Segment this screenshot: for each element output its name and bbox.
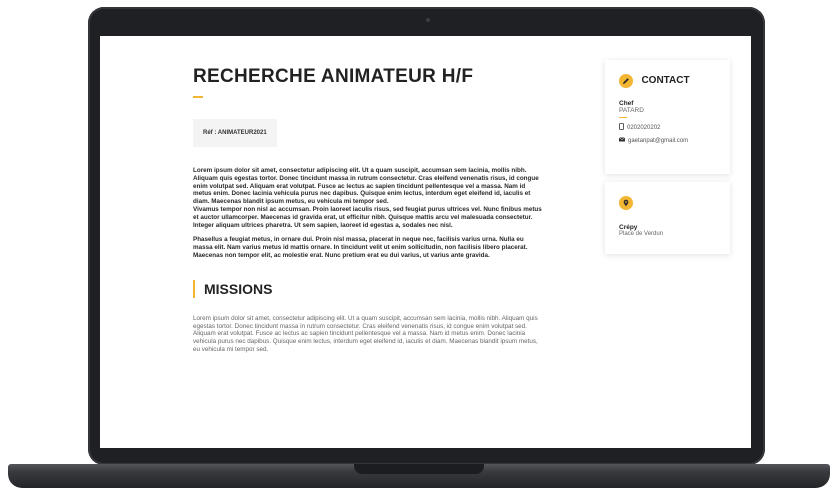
contact-phone[interactable]: 0202020202	[627, 125, 660, 131]
paragraph-text: Lorem ipsum dolor sit amet, consectetur …	[193, 167, 539, 206]
contact-email[interactable]: gaetanpat@gmail.com	[628, 138, 688, 144]
contact-divider	[619, 117, 627, 118]
laptop-notch	[354, 464, 484, 474]
description-paragraph: Phasellus a feugiat metus, in ornare dui…	[193, 236, 528, 259]
contact-card: CONTACT Chef PATARD 0202020202 gaetanpat…	[605, 60, 730, 174]
reference-badge: Réf : ANIMATEUR2021	[193, 119, 277, 147]
missions-text: Lorem ipsum dolor sit amet, consectetur …	[193, 314, 538, 353]
location-city: Crépy	[619, 224, 638, 231]
page-title: RECHERCHE ANIMATEUR H/F	[193, 66, 474, 87]
pencil-icon	[619, 73, 633, 88]
contact-title: CONTACT	[641, 75, 690, 87]
laptop-screen: RECHERCHE ANIMATEUR H/F Réf : ANIMATEUR2…	[100, 36, 751, 448]
map-pin-icon	[619, 195, 633, 210]
contact-role: Chef	[619, 100, 634, 107]
missions-heading: MISSIONS	[193, 279, 545, 298]
contact-email-row[interactable]: gaetanpat@gmail.com	[618, 137, 716, 144]
title-underline	[193, 96, 203, 98]
contact-phone-row[interactable]: 0202020202	[619, 123, 716, 132]
location-card: Crépy Place de Verdun	[605, 182, 730, 254]
contact-header: CONTACT	[619, 72, 716, 90]
envelope-icon	[618, 137, 626, 144]
description-paragraph: Lorem ipsum dolor sit amet, consectetur …	[193, 167, 545, 229]
paragraph-text: Vivamus tempor non nisl ac accumsan. Pro…	[193, 205, 542, 229]
job-description: Lorem ipsum dolor sit amet, consectetur …	[193, 167, 545, 260]
location-street: Place de Verdun	[619, 231, 664, 237]
contact-name: PATARD	[619, 107, 644, 114]
job-posting: RECHERCHE ANIMATEUR H/F Réf : ANIMATEUR2…	[193, 66, 545, 354]
phone-icon	[619, 123, 624, 132]
camera-icon	[426, 18, 430, 22]
